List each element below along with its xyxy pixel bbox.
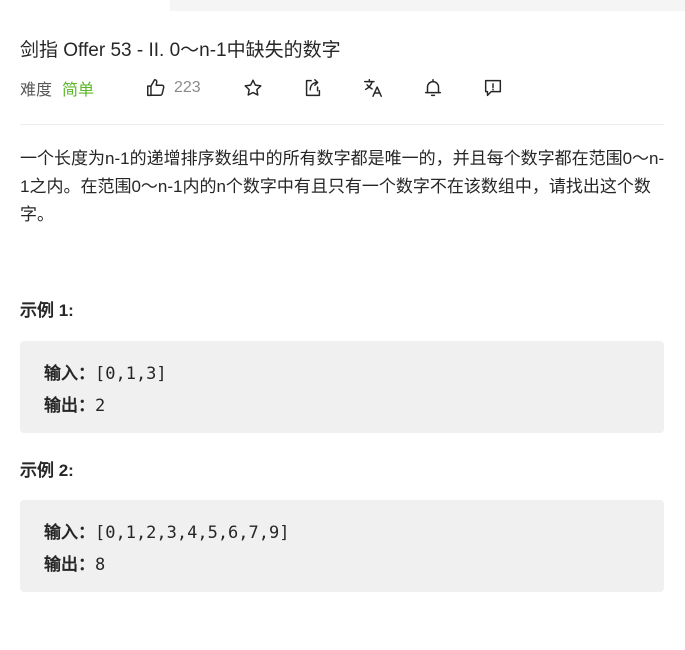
output-value: 2 <box>95 396 106 416</box>
thumbs-up-icon <box>147 79 165 97</box>
input-label: 输入： <box>44 523 95 543</box>
example-2-block: 输入：[0,1,2,3,4,5,6,7,9] 输出：8 <box>20 500 664 592</box>
input-value: [0,1,3] <box>95 364 167 384</box>
output-value: 8 <box>95 555 106 575</box>
difficulty: 难度 简单 <box>20 76 94 100</box>
star-icon <box>244 79 262 96</box>
like-button[interactable]: 223 <box>145 77 201 99</box>
subscribe-button[interactable] <box>422 77 444 99</box>
bell-icon <box>424 79 442 97</box>
share-icon <box>305 79 321 97</box>
difficulty-value: 简单 <box>62 82 95 99</box>
like-count: 223 <box>174 79 201 96</box>
translate-button[interactable] <box>362 77 384 99</box>
output-label: 输出： <box>44 555 95 575</box>
input-label: 输入： <box>44 364 95 384</box>
problem-description: 一个长度为n-1的递增排序数组中的所有数字都是唯一的，并且每个数字都在范围0～n… <box>20 149 665 224</box>
share-button[interactable] <box>302 77 324 99</box>
example-1-input: 输入：[0,1,3] <box>44 359 167 384</box>
translate-icon <box>364 79 382 97</box>
example-2-output: 输出：8 <box>44 550 105 575</box>
input-value: [0,1,2,3,4,5,6,7,9] <box>95 523 290 543</box>
example-1-block: 输入：[0,1,3] 输出：2 <box>20 341 664 433</box>
example-1-title: 示例 1: <box>20 301 74 320</box>
problem-title: 剑指 Offer 53 - II. 0～n-1中缺失的数字 <box>20 40 341 61</box>
feedback-button[interactable] <box>482 77 504 99</box>
top-bar <box>170 0 685 11</box>
divider <box>20 124 664 125</box>
example-2-title: 示例 2: <box>20 461 74 480</box>
output-label: 输出： <box>44 396 95 416</box>
feedback-icon <box>484 79 502 97</box>
example-1-output: 输出：2 <box>44 391 105 416</box>
favorite-button[interactable] <box>242 77 264 99</box>
example-2-input: 输入：[0,1,2,3,4,5,6,7,9] <box>44 518 289 543</box>
difficulty-label: 难度 <box>20 82 53 99</box>
